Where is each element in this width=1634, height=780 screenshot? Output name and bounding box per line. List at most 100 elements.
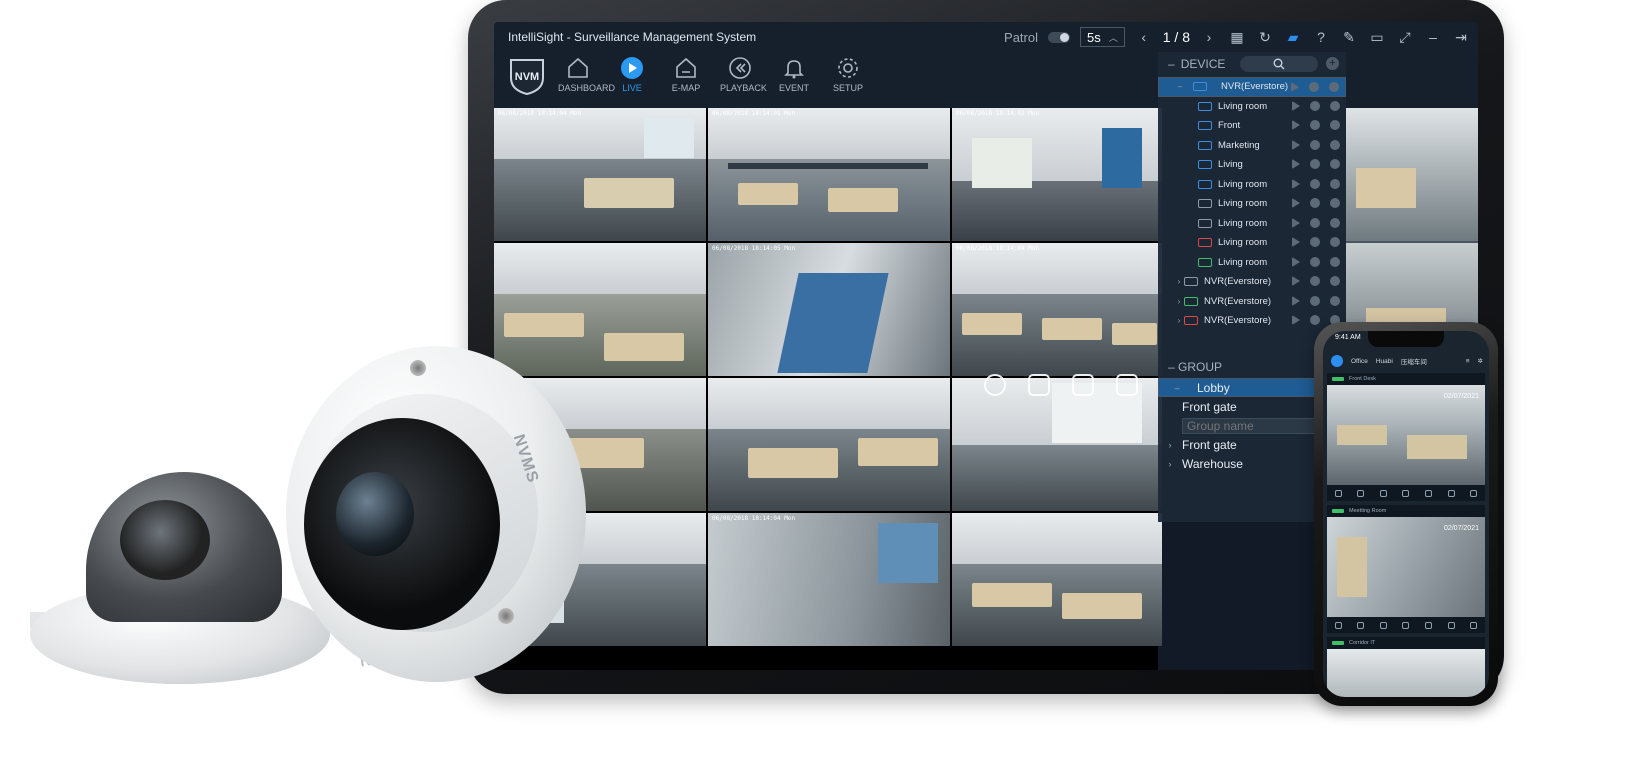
patrol-toggle[interactable] <box>1048 31 1070 43</box>
gear-icon[interactable] <box>1330 256 1340 267</box>
device-row-nvr[interactable]: › NVR(Everstore) <box>1158 311 1346 331</box>
play-icon[interactable] <box>1292 217 1300 228</box>
bell-icon[interactable] <box>1309 82 1319 92</box>
nav-live[interactable]: LIVE <box>612 56 652 93</box>
play-icon[interactable] <box>1292 100 1300 111</box>
camera-feed-3[interactable]: 06/08/2018 18:14:03 Mon <box>952 108 1162 241</box>
camera-feed-9[interactable] <box>952 378 1162 511</box>
play-icon[interactable] <box>1292 139 1300 150</box>
chevron-left-icon[interactable]: ‹ <box>1135 28 1153 46</box>
minimize-icon[interactable]: – <box>1424 28 1442 46</box>
gear-icon[interactable] <box>1470 489 1478 497</box>
gear-icon[interactable] <box>1330 139 1340 150</box>
list-view-icon[interactable]: ≡ <box>1466 358 1470 365</box>
add-device-icon[interactable]: + <box>1326 57 1339 70</box>
record-icon[interactable] <box>1072 374 1094 396</box>
gear-icon[interactable] <box>1330 178 1340 189</box>
device-row-nvr[interactable]: › NVR(Everstore) <box>1158 292 1346 312</box>
bell-icon[interactable] <box>1310 139 1320 150</box>
nav-setup[interactable]: SETUP <box>828 56 868 93</box>
playback-icon[interactable] <box>1379 621 1387 629</box>
snapshot-icon[interactable] <box>1357 621 1365 629</box>
avatar[interactable] <box>1331 355 1343 367</box>
play-icon[interactable] <box>1291 82 1299 92</box>
play-icon[interactable] <box>1292 315 1300 325</box>
bell-icon[interactable] <box>1310 276 1320 286</box>
window-icon[interactable]: ▭ <box>1368 28 1386 46</box>
device-row-camera[interactable]: Living room <box>1158 97 1346 117</box>
device-row-camera[interactable]: Living room <box>1158 253 1346 273</box>
snapshot-icon[interactable] <box>1028 374 1050 396</box>
gear-icon[interactable] <box>1330 217 1340 228</box>
gear-icon[interactable] <box>1470 621 1478 629</box>
device-row-camera[interactable]: Living room <box>1158 214 1346 234</box>
gear-icon[interactable] <box>1330 276 1340 286</box>
fullscreen-icon[interactable]: ⤢ <box>1396 28 1414 46</box>
device-row-camera[interactable]: Living room <box>1158 194 1346 214</box>
camera-feed-12[interactable] <box>952 513 1162 646</box>
play-icon[interactable] <box>1292 237 1300 247</box>
device-row-camera[interactable]: Front <box>1158 116 1346 136</box>
gear-icon[interactable]: ✲ <box>1478 357 1483 365</box>
audio-level-icon[interactable] <box>1116 374 1138 396</box>
bell-icon[interactable] <box>1310 217 1320 228</box>
bell-icon[interactable] <box>1310 295 1320 306</box>
camera-feed-6[interactable]: 06/08/2018 18:14:04 Mon <box>952 243 1162 376</box>
play-icon[interactable] <box>1292 276 1300 286</box>
snapshot-icon[interactable] <box>1357 489 1365 497</box>
playback-icon[interactable] <box>1379 489 1387 497</box>
gear-icon[interactable] <box>1330 237 1340 247</box>
mobile-camera-feed[interactable]: 02/07/2021 <box>1327 385 1485 485</box>
bell-icon[interactable] <box>1310 178 1320 189</box>
mobile-camera-card[interactable]: Meetting Room 02/07/2021 <box>1327 505 1485 633</box>
playback-icon[interactable] <box>984 374 1006 396</box>
mobile-tab[interactable]: Huabi <box>1376 358 1393 365</box>
device-row-nvr[interactable]: › NVR(Everstore) <box>1158 272 1346 292</box>
play-icon[interactable] <box>1292 120 1300 130</box>
layout-grid-icon[interactable]: ▦ <box>1228 28 1246 46</box>
bell-icon[interactable] <box>1310 256 1320 267</box>
speaker-icon[interactable] <box>1402 489 1410 497</box>
bell-icon[interactable] <box>1310 237 1320 247</box>
group-name-input[interactable] <box>1182 417 1320 434</box>
logout-icon[interactable]: ⇥ <box>1452 28 1470 46</box>
bell-icon[interactable] <box>1310 100 1320 111</box>
bell-icon[interactable] <box>1310 159 1320 169</box>
mobile-camera-card[interactable]: Corridor IT <box>1327 637 1485 697</box>
device-row-camera[interactable]: Living <box>1158 155 1346 175</box>
play-icon[interactable] <box>1292 295 1300 306</box>
bell-icon[interactable] <box>1310 120 1320 130</box>
play-icon[interactable] <box>1292 198 1300 208</box>
mobile-camera-feed[interactable]: 02/07/2021 <box>1327 517 1485 617</box>
camera-feed-1[interactable]: 06/08/2018 18:14:04 Mon <box>494 108 706 241</box>
device-row-nvr[interactable]: – NVR(Everstore) <box>1158 77 1346 97</box>
mobile-camera-feed[interactable] <box>1327 649 1485 697</box>
camera-feed-2[interactable]: 06/08/2018 18:14:01 Mon <box>708 108 950 241</box>
camera-feed-11[interactable]: 06/08/2018 18:14:04 Mon <box>708 513 950 646</box>
nav-emap[interactable]: E-MAP <box>666 56 706 93</box>
chevron-right-icon[interactable]: › <box>1200 28 1218 46</box>
patrol-interval-select[interactable]: 5s ︿ <box>1080 27 1125 47</box>
bell-icon[interactable] <box>1310 315 1320 325</box>
record-icon[interactable] <box>1334 489 1342 497</box>
pin-icon[interactable]: ✎ <box>1340 28 1358 46</box>
refresh-icon[interactable]: ↻ <box>1256 28 1274 46</box>
mobile-tab[interactable]: 压缩车间 <box>1401 356 1427 366</box>
gear-icon[interactable] <box>1329 82 1339 92</box>
device-row-camera[interactable]: Living room <box>1158 175 1346 195</box>
device-search[interactable] <box>1240 56 1318 72</box>
play-icon[interactable] <box>1292 159 1300 169</box>
device-header[interactable]: – DEVICE <box>1168 57 1225 71</box>
play-icon[interactable] <box>1292 178 1300 189</box>
camera-feed-8[interactable] <box>708 378 950 511</box>
camera-feed-5[interactable]: 06/08/2018 18:14:05 Mon <box>708 243 950 376</box>
camera-feed-4[interactable] <box>494 243 706 376</box>
help-icon[interactable]: ? <box>1312 28 1330 46</box>
play-icon[interactable] <box>1292 256 1300 267</box>
gear-icon[interactable] <box>1330 100 1340 111</box>
device-row-camera[interactable]: Living room <box>1158 233 1346 253</box>
speaker-icon[interactable] <box>1402 621 1410 629</box>
gear-icon[interactable] <box>1330 159 1340 169</box>
nav-dashboard[interactable]: DASHBOARD <box>558 56 615 93</box>
mobile-tab[interactable]: Office <box>1351 358 1368 365</box>
